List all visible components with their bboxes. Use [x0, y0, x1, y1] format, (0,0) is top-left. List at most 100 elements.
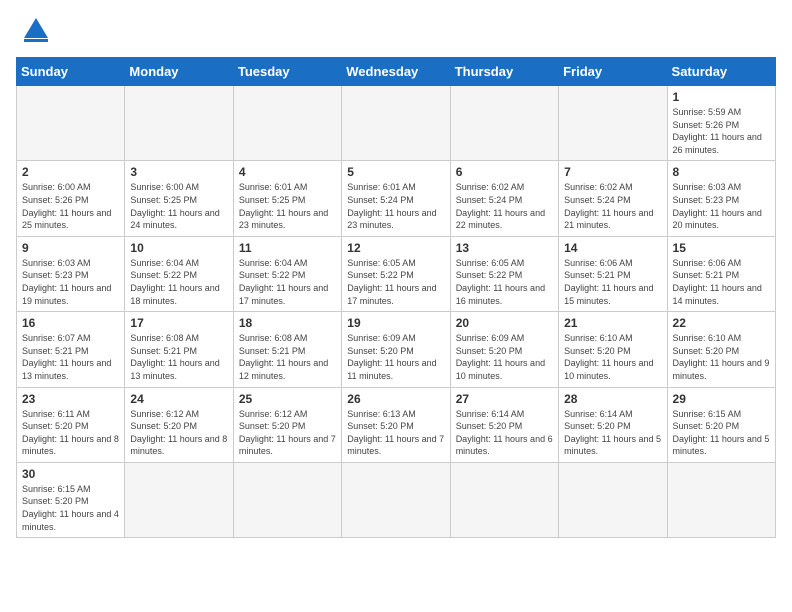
day-info: Sunrise: 6:09 AM Sunset: 5:20 PM Dayligh…: [347, 332, 444, 382]
day-info: Sunrise: 6:15 AM Sunset: 5:20 PM Dayligh…: [673, 408, 770, 458]
empty-cell: [342, 462, 450, 537]
weekday-header-saturday: Saturday: [667, 58, 775, 86]
day-cell: 16 Sunrise: 6:07 AM Sunset: 5:21 PM Dayli…: [17, 312, 125, 387]
empty-cell: [667, 462, 775, 537]
day-info: Sunrise: 6:07 AM Sunset: 5:21 PM Dayligh…: [22, 332, 119, 382]
day-info: Sunrise: 5:59 AM Sunset: 5:26 PM Dayligh…: [673, 106, 770, 156]
day-cell: 8Sunrise: 6:03 AM Sunset: 5:23 PM Daylig…: [667, 161, 775, 236]
empty-cell: [450, 462, 558, 537]
day-info: Sunrise: 6:05 AM Sunset: 5:22 PM Dayligh…: [456, 257, 553, 307]
day-number: 25: [239, 392, 336, 406]
logo-shape: [22, 16, 50, 49]
empty-cell: [125, 462, 233, 537]
calendar-row: 23Sunrise: 6:11 AM Sunset: 5:20 PM Dayli…: [17, 387, 776, 462]
day-cell: 7Sunrise: 6:02 AM Sunset: 5:24 PM Daylig…: [559, 161, 667, 236]
day-cell: 23Sunrise: 6:11 AM Sunset: 5:20 PM Dayli…: [17, 387, 125, 462]
day-info: Sunrise: 6:02 AM Sunset: 5:24 PM Dayligh…: [564, 181, 661, 231]
day-number: 3: [130, 165, 227, 179]
empty-cell: [17, 86, 125, 161]
day-cell: 15 Sunrise: 6:06 AM Sunset: 5:21 PM Dayli…: [667, 236, 775, 311]
weekday-header-sunday: Sunday: [17, 58, 125, 86]
day-number: 12: [347, 241, 444, 255]
day-cell: 6 Sunrise: 6:02 AM Sunset: 5:24 PM Daylig…: [450, 161, 558, 236]
day-cell: 10 Sunrise: 6:04 AM Sunset: 5:22 PM Dayli…: [125, 236, 233, 311]
day-info: Sunrise: 6:04 AM Sunset: 5:22 PM Dayligh…: [239, 257, 336, 307]
day-number: 26: [347, 392, 444, 406]
weekday-header-wednesday: Wednesday: [342, 58, 450, 86]
day-number: 17: [130, 316, 227, 330]
day-info: Sunrise: 6:08 AM Sunset: 5:21 PM Dayligh…: [130, 332, 227, 382]
calendar-row: 9Sunrise: 6:03 AM Sunset: 5:23 PM Daylig…: [17, 236, 776, 311]
day-number: 11: [239, 241, 336, 255]
day-cell: 12 Sunrise: 6:05 AM Sunset: 5:22 PM Dayli…: [342, 236, 450, 311]
weekday-header-row: SundayMondayTuesdayWednesdayThursdayFrid…: [17, 58, 776, 86]
empty-cell: [450, 86, 558, 161]
day-number: 16: [22, 316, 119, 330]
day-info: Sunrise: 6:14 AM Sunset: 5:20 PM Dayligh…: [456, 408, 553, 458]
day-cell: 1 Sunrise: 5:59 AM Sunset: 5:26 PM Daylig…: [667, 86, 775, 161]
day-number: 4: [239, 165, 336, 179]
logo: [16, 16, 50, 49]
day-cell: 19 Sunrise: 6:09 AM Sunset: 5:20 PM Dayli…: [342, 312, 450, 387]
day-cell: 18 Sunrise: 6:08 AM Sunset: 5:21 PM Dayli…: [233, 312, 341, 387]
day-number: 10: [130, 241, 227, 255]
day-info: Sunrise: 6:02 AM Sunset: 5:24 PM Dayligh…: [456, 181, 553, 231]
day-number: 13: [456, 241, 553, 255]
day-number: 29: [673, 392, 770, 406]
day-number: 6: [456, 165, 553, 179]
weekday-header-monday: Monday: [125, 58, 233, 86]
day-cell: 3 Sunrise: 6:00 AM Sunset: 5:25 PM Daylig…: [125, 161, 233, 236]
day-info: Sunrise: 6:08 AM Sunset: 5:21 PM Dayligh…: [239, 332, 336, 382]
day-info: Sunrise: 6:10 AM Sunset: 5:20 PM Dayligh…: [564, 332, 661, 382]
day-cell: 13 Sunrise: 6:05 AM Sunset: 5:22 PM Dayli…: [450, 236, 558, 311]
page-header: [16, 16, 776, 49]
logo-svg: [22, 16, 50, 44]
day-cell: 2Sunrise: 6:00 AM Sunset: 5:26 PM Daylig…: [17, 161, 125, 236]
empty-cell: [233, 462, 341, 537]
day-number: 15: [673, 241, 770, 255]
calendar-table: SundayMondayTuesdayWednesdayThursdayFrid…: [16, 57, 776, 538]
day-info: Sunrise: 6:11 AM Sunset: 5:20 PM Dayligh…: [22, 408, 119, 458]
logo-icon: [16, 16, 50, 49]
weekday-header-thursday: Thursday: [450, 58, 558, 86]
day-cell: 5Sunrise: 6:01 AM Sunset: 5:24 PM Daylig…: [342, 161, 450, 236]
day-info: Sunrise: 6:00 AM Sunset: 5:26 PM Dayligh…: [22, 181, 119, 231]
day-number: 5: [347, 165, 444, 179]
day-info: Sunrise: 6:01 AM Sunset: 5:25 PM Dayligh…: [239, 181, 336, 231]
day-info: Sunrise: 6:12 AM Sunset: 5:20 PM Dayligh…: [130, 408, 227, 458]
day-cell: 26Sunrise: 6:13 AM Sunset: 5:20 PM Dayli…: [342, 387, 450, 462]
day-info: Sunrise: 6:00 AM Sunset: 5:25 PM Dayligh…: [130, 181, 227, 231]
day-info: Sunrise: 6:04 AM Sunset: 5:22 PM Dayligh…: [130, 257, 227, 307]
day-cell: 4 Sunrise: 6:01 AM Sunset: 5:25 PM Daylig…: [233, 161, 341, 236]
weekday-header-tuesday: Tuesday: [233, 58, 341, 86]
day-cell: 11 Sunrise: 6:04 AM Sunset: 5:22 PM Dayli…: [233, 236, 341, 311]
day-number: 1: [673, 90, 770, 104]
day-number: 24: [130, 392, 227, 406]
calendar-body: 1 Sunrise: 5:59 AM Sunset: 5:26 PM Daylig…: [17, 86, 776, 538]
day-cell: 21 Sunrise: 6:10 AM Sunset: 5:20 PM Dayli…: [559, 312, 667, 387]
empty-cell: [125, 86, 233, 161]
day-number: 22: [673, 316, 770, 330]
day-number: 18: [239, 316, 336, 330]
empty-cell: [559, 86, 667, 161]
day-cell: 27Sunrise: 6:14 AM Sunset: 5:20 PM Dayli…: [450, 387, 558, 462]
day-number: 28: [564, 392, 661, 406]
day-cell: 17 Sunrise: 6:08 AM Sunset: 5:21 PM Dayli…: [125, 312, 233, 387]
day-number: 19: [347, 316, 444, 330]
day-number: 9: [22, 241, 119, 255]
weekday-header-friday: Friday: [559, 58, 667, 86]
calendar-row: 30Sunrise: 6:15 AM Sunset: 5:20 PM Dayli…: [17, 462, 776, 537]
day-info: Sunrise: 6:06 AM Sunset: 5:21 PM Dayligh…: [564, 257, 661, 307]
day-cell: 24 Sunrise: 6:12 AM Sunset: 5:20 PM Dayli…: [125, 387, 233, 462]
day-info: Sunrise: 6:12 AM Sunset: 5:20 PM Dayligh…: [239, 408, 336, 458]
day-cell: 29 Sunrise: 6:15 AM Sunset: 5:20 PM Dayli…: [667, 387, 775, 462]
day-info: Sunrise: 6:15 AM Sunset: 5:20 PM Dayligh…: [22, 483, 119, 533]
empty-cell: [342, 86, 450, 161]
day-info: Sunrise: 6:06 AM Sunset: 5:21 PM Dayligh…: [673, 257, 770, 307]
day-cell: 22Sunrise: 6:10 AM Sunset: 5:20 PM Dayli…: [667, 312, 775, 387]
calendar-row: 2Sunrise: 6:00 AM Sunset: 5:26 PM Daylig…: [17, 161, 776, 236]
calendar-row: 1 Sunrise: 5:59 AM Sunset: 5:26 PM Daylig…: [17, 86, 776, 161]
day-number: 21: [564, 316, 661, 330]
day-info: Sunrise: 6:05 AM Sunset: 5:22 PM Dayligh…: [347, 257, 444, 307]
day-info: Sunrise: 6:09 AM Sunset: 5:20 PM Dayligh…: [456, 332, 553, 382]
